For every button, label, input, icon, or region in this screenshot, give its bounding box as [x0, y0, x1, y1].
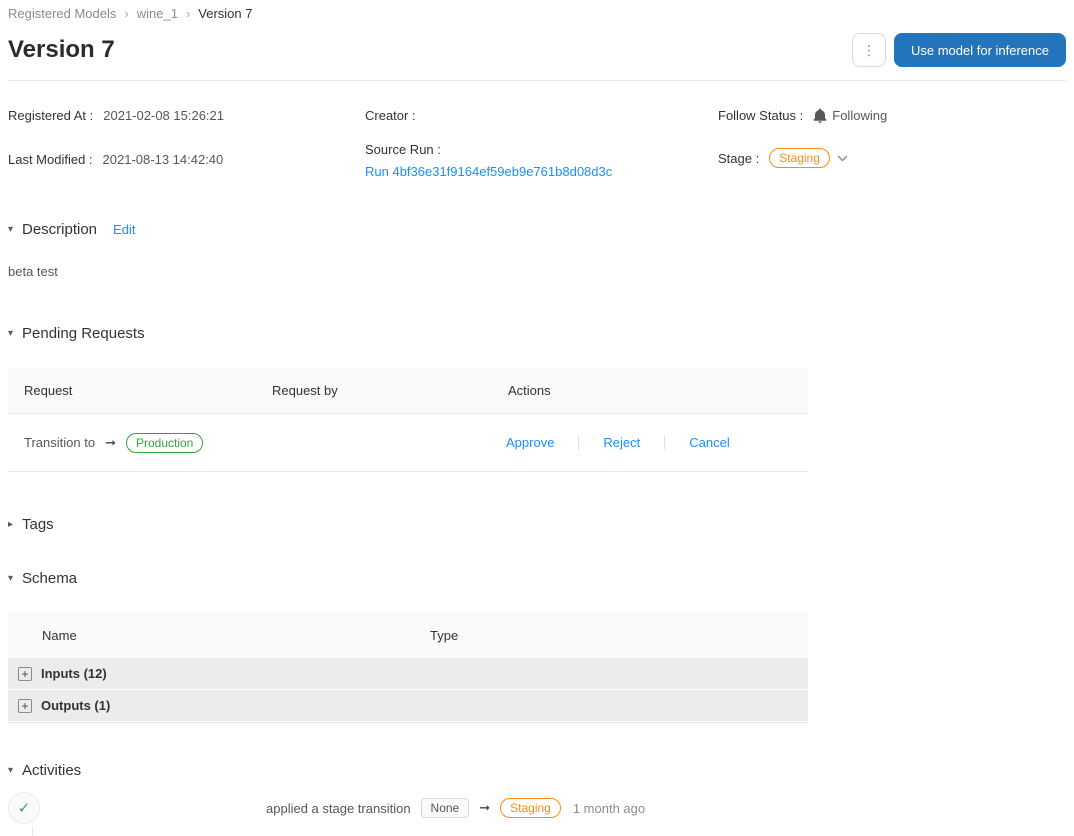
- activities-title: Activities: [22, 762, 82, 779]
- pending-requests-table: Request Request by Actions Transition to…: [8, 368, 808, 472]
- arrow-right-icon: ➞: [479, 800, 491, 815]
- schema-table-header: Name Type: [8, 612, 808, 658]
- activity-item: ✓ applied a stage transition None ➞ Stag…: [8, 792, 1066, 836]
- activities-section: ▾ Activities ✓ applied a stage transitio…: [8, 762, 1066, 836]
- source-run-label: Source Run :: [365, 142, 441, 157]
- timeline-connector: [32, 826, 33, 836]
- actions-cell: Approve Reject Cancel: [492, 435, 808, 450]
- stage-tag-staging: Staging: [500, 798, 561, 818]
- table-row: Transition to ➞ Production Approve Rejec…: [8, 414, 808, 472]
- registered-at-label: Registered At :: [8, 108, 94, 123]
- collapse-triangle-icon[interactable]: ▾: [8, 765, 22, 776]
- schema-row-inputs[interactable]: + Inputs (12): [8, 658, 808, 690]
- creator-field: Creator :: [365, 108, 718, 123]
- schema-row-outputs[interactable]: + Outputs (1): [8, 690, 808, 722]
- last-modified-value: 2021-08-13 14:42:40: [102, 152, 224, 167]
- source-run-field: Source Run : Run 4bf36e31f9164ef59eb9e76…: [365, 142, 718, 179]
- reject-link[interactable]: Reject: [603, 435, 640, 450]
- description-header: ▾ Description Edit: [8, 221, 1066, 238]
- use-model-for-inference-button[interactable]: Use model for inference: [893, 33, 1066, 67]
- tags-section: ▸ Tags: [8, 516, 1066, 533]
- column-header-request: Request: [24, 383, 73, 398]
- breadcrumb-model-name[interactable]: wine_1: [137, 6, 178, 21]
- column-header-name: Name: [42, 627, 77, 643]
- collapse-triangle-icon[interactable]: ▾: [8, 573, 22, 584]
- page-title: Version 7: [8, 36, 115, 63]
- breadcrumb-version: Version 7: [198, 6, 253, 21]
- breadcrumb: Registered Models › wine_1 › Version 7: [8, 6, 1066, 21]
- stage-field: Stage : Staging: [718, 148, 1066, 168]
- header-actions: ⋮ Use model for inference: [851, 33, 1066, 67]
- tags-header: ▸ Tags: [8, 516, 1066, 533]
- divider: [664, 435, 666, 450]
- schema-section: ▾ Schema Name Type + Inputs (12) + Outpu…: [8, 570, 1066, 723]
- column-header-request-by: Request by: [272, 383, 338, 398]
- stage-label: Stage :: [718, 150, 760, 166]
- divider: [578, 435, 580, 450]
- follow-status-value[interactable]: Following: [813, 108, 887, 123]
- breadcrumb-separator: ›: [185, 6, 191, 21]
- schema-header: ▾ Schema: [8, 570, 1066, 587]
- creator-label: Creator :: [365, 108, 416, 123]
- pending-requests-table-header: Request Request by Actions: [8, 368, 808, 414]
- last-modified-label: Last Modified :: [8, 152, 93, 167]
- metadata-column-left: Registered At : 2021-02-08 15:26:21 Last…: [8, 108, 365, 179]
- plus-glyph: +: [21, 666, 29, 681]
- source-run-link[interactable]: Run 4bf36e31f9164ef59eb9e761b8d08d3c: [365, 164, 718, 179]
- edit-description-link[interactable]: Edit: [113, 222, 135, 237]
- expand-plus-icon[interactable]: +: [18, 698, 32, 713]
- schema-row-label: Inputs (12): [41, 666, 107, 681]
- plus-glyph: +: [21, 698, 29, 713]
- schema-title: Schema: [22, 570, 78, 587]
- cancel-link[interactable]: Cancel: [689, 435, 729, 450]
- activity-check-circle: ✓: [8, 792, 40, 824]
- breadcrumb-registered-models[interactable]: Registered Models: [8, 6, 116, 21]
- schema-row-label: Outputs (1): [41, 698, 111, 713]
- overflow-menu-button[interactable]: ⋮: [851, 33, 886, 67]
- pending-requests-header: ▾ Pending Requests: [8, 325, 1066, 342]
- follow-status-text: Following: [832, 108, 888, 123]
- metadata-column-middle: Creator : Source Run : Run 4bf36e31f9164…: [365, 108, 718, 179]
- registered-at-value: 2021-02-08 15:26:21: [103, 108, 224, 123]
- model-version-page: Registered Models › wine_1 › Version 7 V…: [0, 0, 1074, 836]
- column-header-actions: Actions: [508, 383, 551, 398]
- collapse-triangle-icon[interactable]: ▾: [8, 328, 22, 339]
- registered-at-field: Registered At : 2021-02-08 15:26:21: [8, 108, 365, 123]
- pending-requests-title: Pending Requests: [22, 325, 145, 342]
- follow-status-field: Follow Status : Following: [718, 108, 1066, 123]
- activity-content: applied a stage transition None ➞ Stagin…: [266, 798, 645, 818]
- stage-dropdown[interactable]: Staging: [769, 148, 848, 168]
- pending-requests-section: ▾ Pending Requests Request Request by Ac…: [8, 325, 1066, 472]
- follow-status-label: Follow Status :: [718, 108, 804, 123]
- activity-timestamp: 1 month ago: [572, 800, 646, 816]
- metadata-grid: Registered At : 2021-02-08 15:26:21 Last…: [8, 108, 1066, 179]
- activities-header: ▾ Activities: [8, 762, 1066, 779]
- chevron-down-icon: [837, 155, 848, 161]
- activity-description: applied a stage transition: [266, 800, 411, 816]
- expand-plus-icon[interactable]: +: [18, 666, 32, 681]
- breadcrumb-separator: ›: [124, 6, 129, 21]
- last-modified-field: Last Modified : 2021-08-13 14:42:40: [8, 152, 365, 167]
- stage-tag-staging: Staging: [769, 148, 830, 168]
- check-icon: ✓: [17, 800, 31, 817]
- description-title: Description: [22, 221, 98, 238]
- description-content: beta test: [8, 264, 58, 279]
- description-section: ▾ Description Edit beta test: [8, 221, 1066, 279]
- approve-link[interactable]: Approve: [506, 435, 554, 450]
- metadata-column-right: Follow Status : Following Stage : Stagin…: [718, 108, 1066, 179]
- page-header: Version 7 ⋮ Use model for inference: [8, 33, 1066, 81]
- column-header-type: Type: [430, 627, 459, 643]
- stage-tag-none: None: [420, 798, 470, 818]
- arrow-right-icon: ➞: [105, 434, 116, 450]
- bell-icon: [813, 108, 827, 123]
- tags-title: Tags: [22, 516, 54, 533]
- request-prefix: Transition to: [24, 435, 96, 450]
- stage-tag-production: Production: [125, 432, 204, 453]
- kebab-icon: ⋮: [861, 41, 876, 58]
- collapse-triangle-icon[interactable]: ▾: [8, 224, 22, 235]
- request-cell: Transition to ➞ Production: [8, 432, 256, 453]
- schema-table: Name Type + Inputs (12) + Outputs (1): [8, 612, 808, 723]
- expand-triangle-icon[interactable]: ▸: [8, 519, 22, 530]
